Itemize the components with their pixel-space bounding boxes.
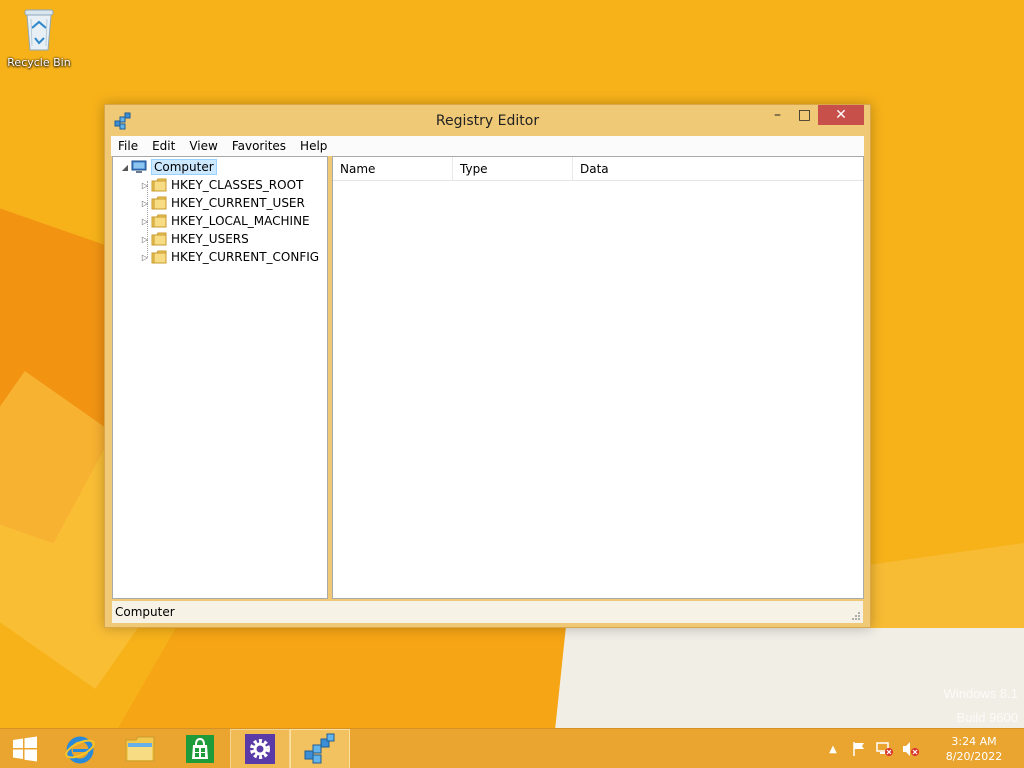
- expand-arrow-icon[interactable]: ▷: [139, 233, 151, 245]
- window-title: Registry Editor: [435, 112, 540, 129]
- tree-label: HKEY_CLASSES_ROOT: [171, 178, 304, 192]
- start-button[interactable]: [0, 729, 50, 768]
- menu-file[interactable]: File: [111, 139, 145, 153]
- column-header-type[interactable]: Type: [453, 157, 573, 180]
- tree-item-hkey-classes-root[interactable]: ▷ HKEY_CLASSES_ROOT: [139, 176, 303, 194]
- internet-explorer-icon: [65, 736, 95, 763]
- menu-edit[interactable]: Edit: [145, 139, 182, 153]
- system-tray: ▲ 3:24 AM 8/20/2022: [820, 729, 1024, 768]
- recycle-bin-label: Recycle Bin: [7, 56, 71, 69]
- expand-arrow-icon[interactable]: ▷: [139, 197, 151, 209]
- recycle-bin-icon: [24, 9, 54, 51]
- close-button[interactable]: ✕: [818, 105, 864, 125]
- menu-help[interactable]: Help: [293, 139, 334, 153]
- menu-view[interactable]: View: [182, 139, 224, 153]
- windows-build-watermark: Build 9600: [956, 710, 1018, 725]
- registry-values-pane[interactable]: Name Type Data: [332, 156, 864, 599]
- tree-item-hkey-current-user[interactable]: ▷ HKEY_CURRENT_USER: [139, 194, 305, 212]
- status-path: Computer: [115, 605, 175, 619]
- taskbar: ▲ 3:24 AM 8/20/2022: [0, 728, 1024, 768]
- status-bar: Computer: [112, 601, 863, 623]
- tree-item-hkey-users[interactable]: ▷ HKEY_USERS: [139, 230, 249, 248]
- registry-tree-pane[interactable]: ◢ Computer ▷ HKEY_CLASSES_ROOT ▷ HKEY_CU…: [112, 156, 328, 599]
- menu-bar: File Edit View Favorites Help: [111, 136, 864, 156]
- folder-icon: [151, 214, 167, 228]
- network-disconnected-icon[interactable]: [875, 739, 895, 759]
- folder-icon: [151, 232, 167, 246]
- registry-editor-icon: [304, 733, 335, 763]
- folder-icon: [151, 196, 167, 210]
- expand-arrow-icon[interactable]: ▷: [139, 179, 151, 191]
- windows-version-watermark: Windows 8.1: [943, 686, 1018, 701]
- tree-label: HKEY_CURRENT_USER: [171, 196, 305, 210]
- maximize-button[interactable]: □: [791, 105, 818, 125]
- recycle-bin-desktop-icon[interactable]: Recycle Bin: [6, 6, 72, 69]
- registry-editor-window: Registry Editor – □ ✕ File Edit View Fav…: [104, 104, 871, 628]
- taskbar-store[interactable]: [170, 729, 230, 768]
- computer-icon: [131, 160, 147, 173]
- tree-label-computer: Computer: [151, 159, 217, 175]
- folder-icon: [151, 250, 167, 264]
- store-icon: [186, 734, 214, 763]
- taskbar-registry-editor[interactable]: [290, 728, 350, 768]
- title-bar[interactable]: Registry Editor – □ ✕: [105, 105, 870, 136]
- clock-time: 3:24 AM: [951, 735, 997, 748]
- tree-label: HKEY_LOCAL_MACHINE: [171, 214, 310, 228]
- clock-date: 8/20/2022: [945, 750, 1003, 763]
- registry-editor-app-icon[interactable]: [113, 111, 133, 131]
- taskbar-settings[interactable]: [230, 728, 290, 768]
- volume-muted-icon[interactable]: [901, 739, 921, 759]
- resize-grip-icon[interactable]: [851, 611, 861, 621]
- column-header-name[interactable]: Name: [333, 157, 453, 180]
- settings-icon: [245, 733, 275, 764]
- tree-label: HKEY_USERS: [171, 232, 249, 246]
- column-header-data[interactable]: Data: [573, 157, 859, 180]
- taskbar-internet-explorer[interactable]: [50, 729, 110, 768]
- taskbar-file-explorer[interactable]: [110, 729, 170, 768]
- windows-logo-icon: [13, 736, 37, 761]
- minimize-button[interactable]: –: [764, 105, 791, 125]
- tree-item-hkey-current-config[interactable]: ▷ HKEY_CURRENT_CONFIG: [139, 248, 319, 266]
- show-hidden-icons-chevron-icon[interactable]: ▲: [823, 739, 843, 759]
- folder-icon: [151, 178, 167, 192]
- menu-favorites[interactable]: Favorites: [225, 139, 293, 153]
- file-explorer-icon: [125, 736, 155, 761]
- tree-label: HKEY_CURRENT_CONFIG: [171, 250, 320, 264]
- action-center-flag-icon[interactable]: [849, 739, 869, 759]
- tree-item-hkey-local-machine[interactable]: ▷ HKEY_LOCAL_MACHINE: [139, 212, 310, 230]
- list-header: Name Type Data: [333, 157, 863, 181]
- tree-item-computer[interactable]: ◢ Computer: [119, 158, 217, 176]
- collapse-arrow-icon[interactable]: ◢: [119, 161, 131, 173]
- taskbar-clock[interactable]: 3:24 AM 8/20/2022: [924, 734, 1024, 764]
- expand-arrow-icon[interactable]: ▷: [139, 251, 151, 263]
- expand-arrow-icon[interactable]: ▷: [139, 215, 151, 227]
